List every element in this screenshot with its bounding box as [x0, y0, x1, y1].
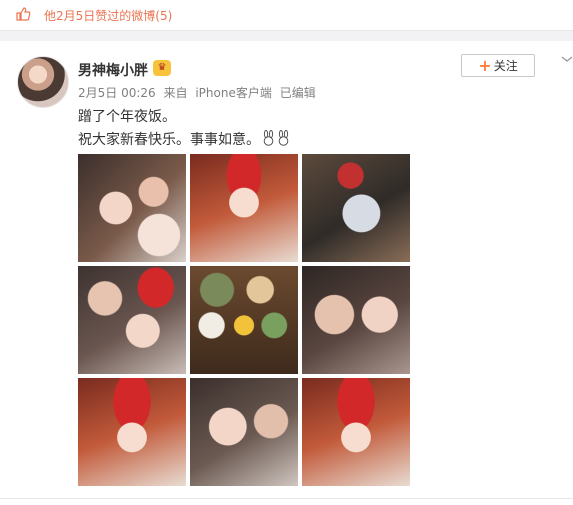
rabbit-emoji-icon [278, 130, 289, 146]
photo-thumbnail[interactable] [302, 154, 410, 262]
divider [0, 498, 573, 499]
thumbs-up-icon [16, 7, 31, 21]
post-text: 蹭了个年夜饭。 祝大家新春快乐。事事如意。 [78, 106, 290, 152]
likes-header[interactable]: 他2月5日赞过的微博(5) [0, 0, 573, 31]
follow-button-label: 关注 [493, 59, 518, 73]
photo-grid [78, 154, 410, 486]
post-timestamp[interactable]: 2月5日 00:26 [78, 86, 156, 100]
plus-icon: + [478, 55, 492, 75]
post-line-1: 蹭了个年夜饭。 [78, 109, 176, 125]
follow-button[interactable]: + 关注 [461, 54, 535, 77]
photo-thumbnail[interactable] [78, 266, 186, 374]
separator-band [0, 31, 573, 41]
post-meta: 2月5日 00:26 来自 iPhone客户端 已编辑 [78, 84, 320, 101]
photo-thumbnail[interactable] [190, 266, 298, 374]
photo-thumbnail[interactable] [190, 378, 298, 486]
post-edited-label[interactable]: 已编辑 [280, 86, 316, 100]
rabbit-emoji-icon [263, 130, 274, 146]
likes-header-text[interactable]: 他2月5日赞过的微博(5) [44, 7, 172, 24]
username-link[interactable]: 男神梅小胖 [78, 60, 148, 80]
chevron-down-icon[interactable] [561, 53, 573, 65]
post-line-2: 祝大家新春快乐。事事如意。 [78, 129, 290, 152]
photo-thumbnail[interactable] [302, 266, 410, 374]
post-line-2-text: 祝大家新春快乐。事事如意。 [78, 132, 260, 148]
avatar[interactable] [17, 56, 69, 108]
vip-badge-icon[interactable]: ♛ [153, 60, 171, 76]
photo-thumbnail[interactable] [78, 378, 186, 486]
photo-thumbnail[interactable] [302, 378, 410, 486]
photo-thumbnail[interactable] [78, 154, 186, 262]
photo-thumbnail[interactable] [190, 154, 298, 262]
post-source[interactable]: iPhone客户端 [195, 86, 272, 100]
post-source-prefix: 来自 [163, 86, 188, 100]
